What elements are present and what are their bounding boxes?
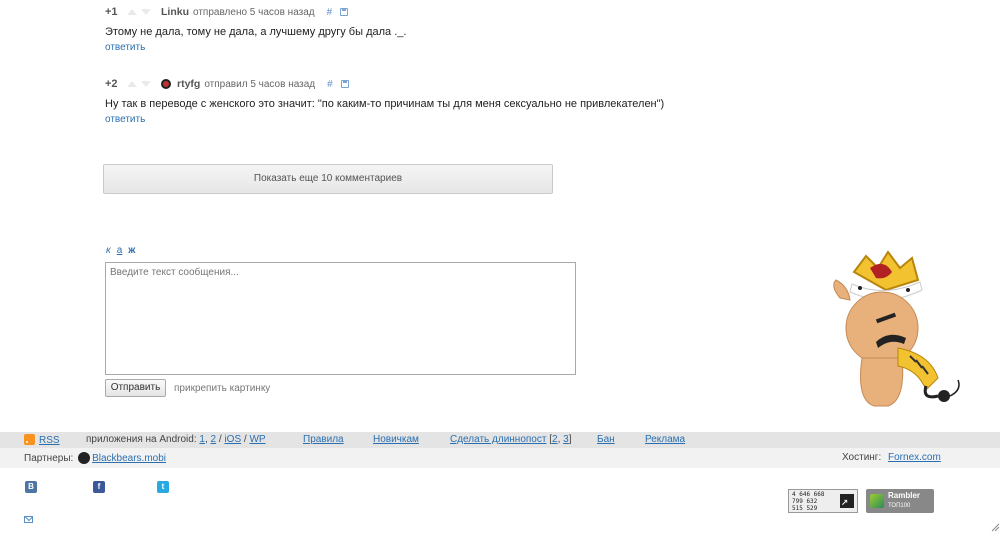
counter-arrow-icon xyxy=(840,494,854,508)
partners-label: Партнеры: xyxy=(24,453,74,464)
hosting: Хостинг: Fornex.com xyxy=(842,452,941,463)
rambler-title: Rambler xyxy=(888,491,921,500)
ads-link[interactable]: Реклама xyxy=(645,434,685,445)
upvote-icon[interactable] xyxy=(127,81,137,87)
ban-link[interactable]: Бан xyxy=(597,434,615,445)
wp-link[interactable]: WP xyxy=(249,434,265,445)
comment-anchor-link[interactable]: # xyxy=(327,7,333,18)
bold-button[interactable]: ж xyxy=(128,245,135,256)
upvote-icon[interactable] xyxy=(127,9,137,15)
king-mascot-image xyxy=(833,250,960,407)
send-button[interactable]: Отправить xyxy=(105,379,166,397)
comment-rating: +2 xyxy=(105,78,118,90)
comment-author[interactable]: Linku xyxy=(161,6,189,18)
rss-link-wrapper: RSS xyxy=(24,434,60,446)
longpost-link[interactable]: Сделать длиннопост xyxy=(450,434,546,445)
reply-link[interactable]: ответить xyxy=(105,114,145,125)
comment-1: +1 Linku отправлено 5 часов назад # Этом… xyxy=(105,4,705,53)
rss-link[interactable]: RSS xyxy=(39,435,60,446)
comment-meta: отправил 5 часов назад xyxy=(204,78,316,90)
rules-link[interactable]: Правила xyxy=(303,434,344,445)
hosting-label: Хостинг: xyxy=(842,452,882,463)
footer-partners-bar: Партнеры: Blackbears.mobi Хостинг: Forne… xyxy=(0,448,1000,468)
blackbears-icon xyxy=(78,452,91,464)
comment-meta: отправлено 5 часов назад xyxy=(193,6,315,18)
comment-anchor-link[interactable]: # xyxy=(327,79,333,90)
save-icon[interactable] xyxy=(340,8,349,16)
separator: / xyxy=(243,434,247,445)
longpost-group: Сделать длиннопост [2, 3] xyxy=(450,434,571,445)
downvote-icon[interactable] xyxy=(141,81,151,87)
mail-icon[interactable] xyxy=(24,516,33,523)
comment-header: +1 Linku отправлено 5 часов назад # xyxy=(105,4,705,20)
liveinternet-counter[interactable]: 4 646 668 799 632 515 529 xyxy=(788,489,858,513)
italic-button[interactable]: к xyxy=(106,245,111,256)
comment-author[interactable]: rtyfg xyxy=(177,78,200,90)
resize-grip-icon[interactable] xyxy=(990,521,1000,533)
comment-header: +2 rtyfg отправил 5 часов назад # xyxy=(105,76,705,92)
ios-link[interactable]: iOS xyxy=(224,434,241,445)
rss-icon[interactable] xyxy=(24,434,35,445)
format-toolbar: к а ж xyxy=(106,245,135,256)
reply-link[interactable]: ответить xyxy=(105,42,145,53)
twitter-icon[interactable]: t xyxy=(157,481,169,493)
bracket: ] xyxy=(568,434,572,445)
comment-2: +2 rtyfg отправил 5 часов назад # Ну так… xyxy=(105,76,705,125)
separator: , xyxy=(204,434,208,445)
rambler-sub: ТОП100 xyxy=(888,503,911,509)
partner-link[interactable]: Blackbears.mobi xyxy=(92,453,166,464)
comment-text: Этому не дала, тому не дала, а лучшему д… xyxy=(105,26,407,38)
downvote-icon[interactable] xyxy=(141,9,151,15)
footer-links-bar: RSS приложения на Android: 1, 2 / iOS / … xyxy=(0,432,1000,448)
comment-rating: +1 xyxy=(105,6,118,18)
rambler-top100-badge[interactable]: Rambler ТОП100 xyxy=(866,489,934,513)
vk-icon[interactable]: B xyxy=(25,481,37,493)
user-avatar-icon xyxy=(161,79,171,89)
save-icon[interactable] xyxy=(340,80,349,88)
show-more-comments-button[interactable]: Показать еще 10 комментариев xyxy=(103,164,553,194)
hosting-link[interactable]: Fornex.com xyxy=(888,452,941,463)
separator: , xyxy=(557,434,561,445)
separator: / xyxy=(218,434,222,445)
android-apps: приложения на Android: 1, 2 / iOS / WP xyxy=(86,434,266,445)
comment-textarea[interactable] xyxy=(105,262,576,375)
attach-image-link[interactable]: прикрепить картинку xyxy=(174,383,270,394)
newbies-link[interactable]: Новичкам xyxy=(373,434,419,445)
comment-text: Ну так в переводе с женского это значит:… xyxy=(105,98,665,110)
android-label: приложения на Android: xyxy=(86,434,197,445)
android-link-2[interactable]: 2 xyxy=(211,434,217,445)
facebook-icon[interactable]: f xyxy=(93,481,105,493)
underline-button[interactable]: а xyxy=(117,245,123,256)
partners: Партнеры: Blackbears.mobi xyxy=(24,452,166,464)
